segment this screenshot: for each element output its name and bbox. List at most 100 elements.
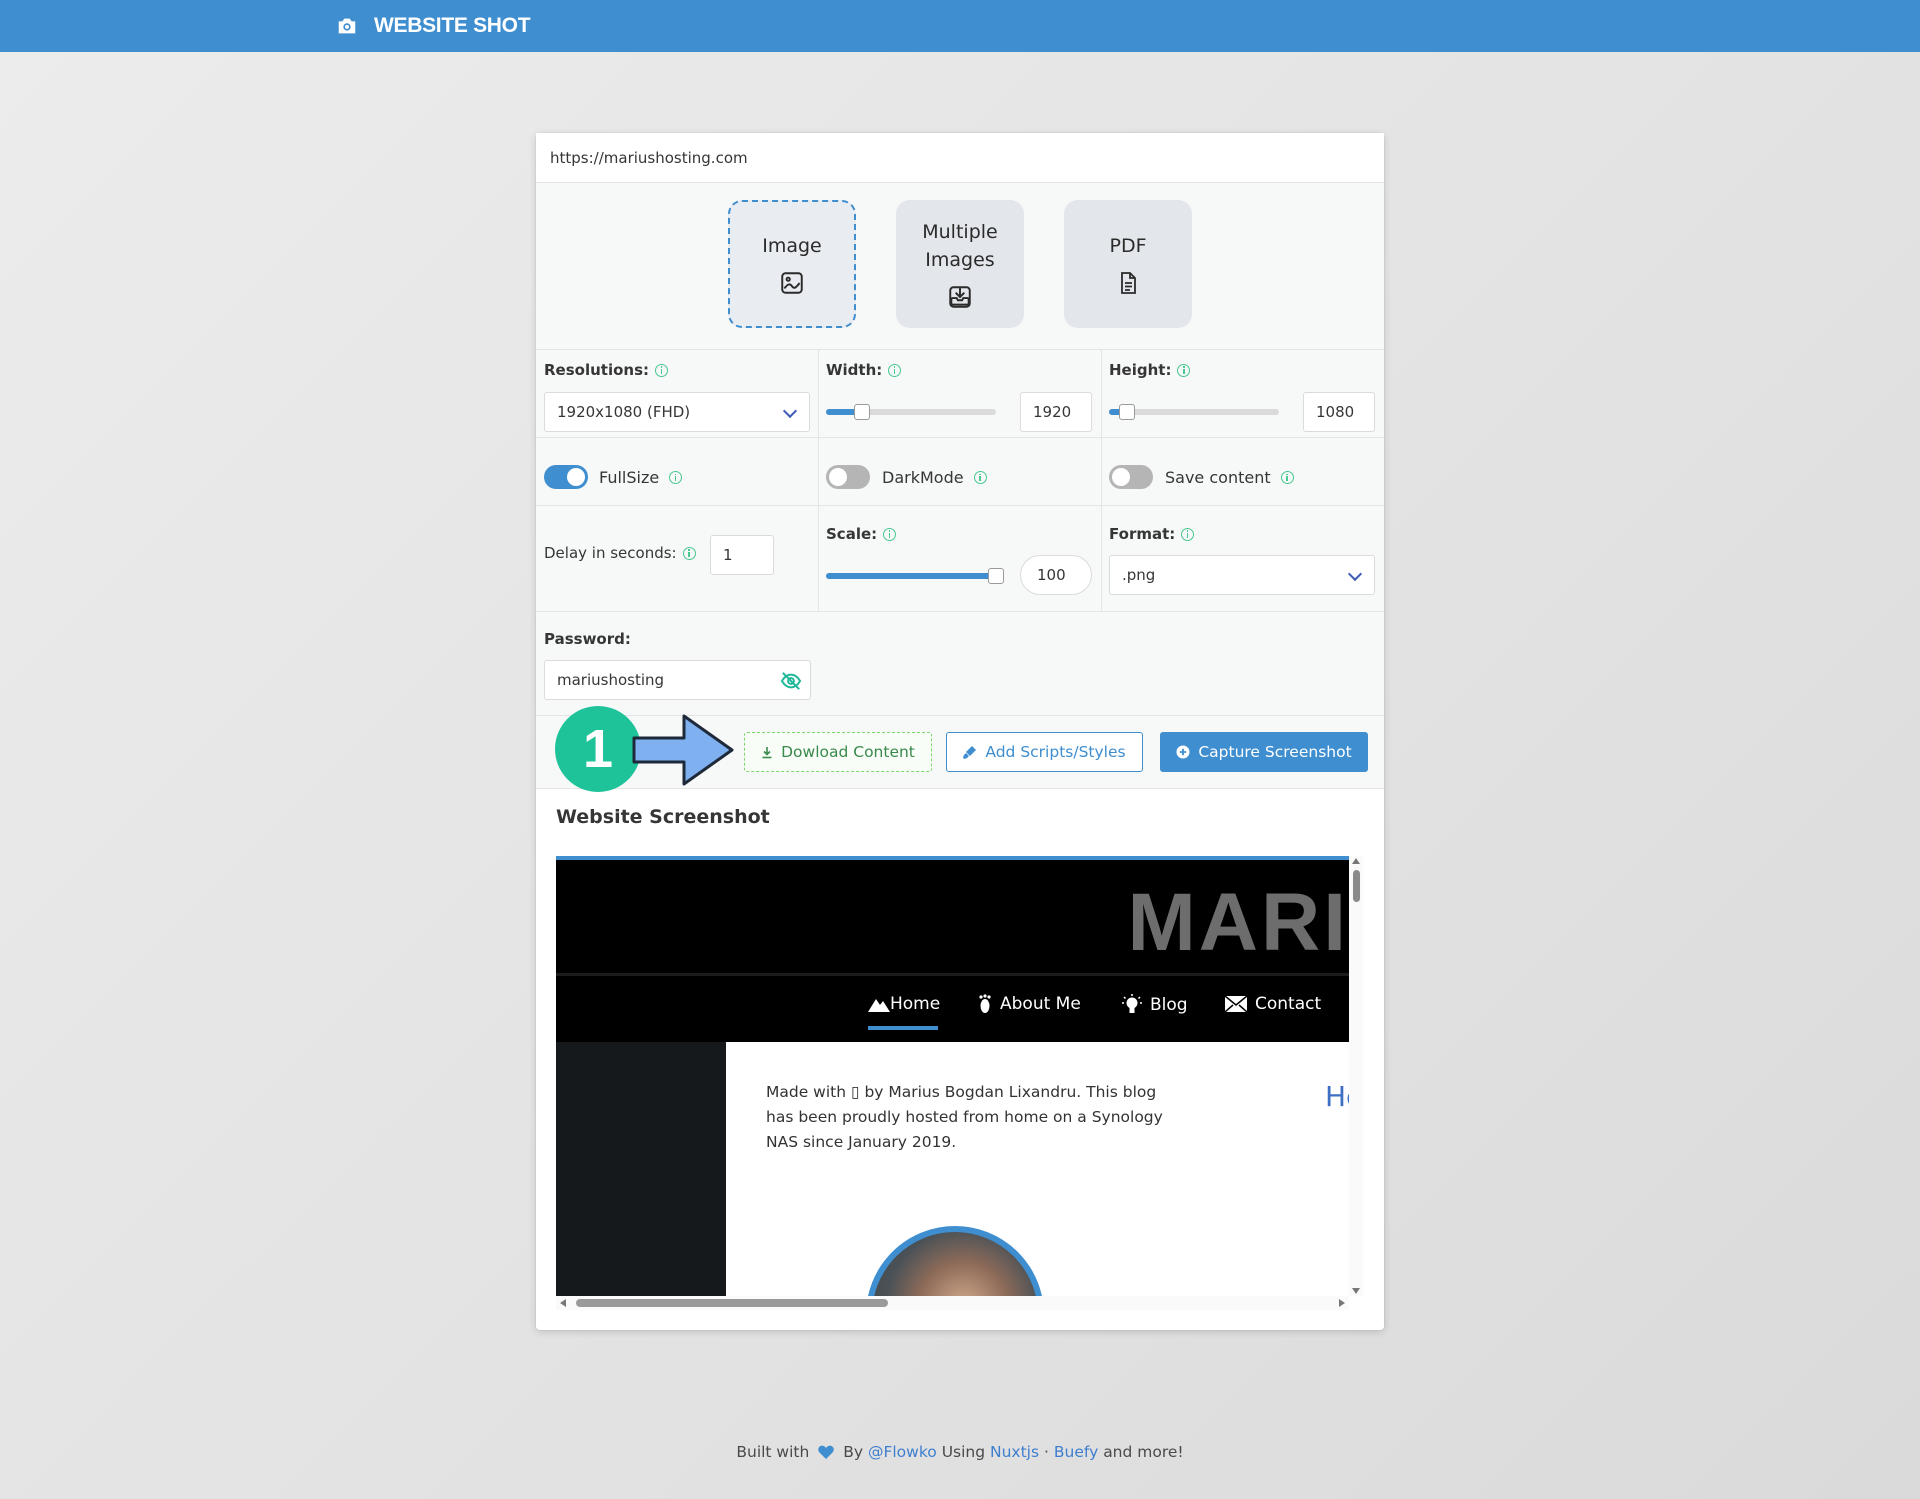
- delay-input[interactable]: 1: [710, 535, 774, 575]
- footer: Built with By @Flowko Using Nuxtjs · Bue…: [0, 1443, 1920, 1461]
- scale-label: Scale:: [826, 525, 897, 543]
- info-icon[interactable]: [1181, 527, 1195, 541]
- info-icon[interactable]: [655, 363, 668, 377]
- mode-pdf-button[interactable]: PDF: [1064, 200, 1192, 328]
- preview-nav-active-indicator: [868, 1026, 938, 1030]
- width-slider-thumb[interactable]: [854, 404, 870, 420]
- password-input[interactable]: mariushosting: [544, 660, 811, 700]
- camera-icon: [338, 18, 356, 34]
- lightbulb-icon: [1122, 994, 1142, 1013]
- tray-download-icon: [949, 286, 971, 308]
- password-value: mariushosting: [557, 671, 665, 689]
- preview-nav-blog: Blog: [1122, 994, 1188, 1016]
- capture-screenshot-button[interactable]: Capture Screenshot: [1160, 732, 1368, 772]
- scroll-right-icon[interactable]: [1339, 1299, 1345, 1307]
- capture-screenshot-label: Capture Screenshot: [1198, 743, 1352, 761]
- footer-and-more: and more!: [1103, 1443, 1184, 1461]
- width-value: 1920: [1033, 403, 1072, 421]
- divider: [536, 437, 1384, 438]
- toggle-knob: [829, 468, 847, 486]
- info-icon[interactable]: [888, 363, 902, 377]
- chevron-down-icon: [782, 403, 798, 419]
- toggle-knob: [1112, 468, 1130, 486]
- footer-buefy-link[interactable]: Buefy: [1054, 1443, 1098, 1461]
- format-select[interactable]: .png: [1109, 555, 1375, 595]
- footer-built-with: Built with: [736, 1443, 810, 1461]
- info-icon[interactable]: [669, 471, 683, 484]
- height-slider[interactable]: [1109, 404, 1279, 420]
- preview-horizontal-scrollbar[interactable]: [556, 1296, 1349, 1310]
- scroll-left-icon[interactable]: [560, 1299, 566, 1307]
- width-slider[interactable]: [826, 404, 996, 420]
- info-icon[interactable]: [682, 546, 696, 560]
- info-icon[interactable]: [883, 527, 897, 541]
- fullsize-toggle[interactable]: [544, 465, 588, 489]
- preview-made-with-text: Made with ▯ by Marius Bogdan Lixandru. T…: [766, 1083, 1163, 1151]
- scale-label-text: Scale:: [826, 525, 878, 543]
- scroll-up-icon[interactable]: [1352, 858, 1360, 864]
- scale-input[interactable]: 100: [1020, 555, 1092, 595]
- divider: [818, 349, 819, 611]
- toggle-knob: [567, 468, 585, 486]
- darkmode-toggle[interactable]: [826, 465, 870, 489]
- scale-slider-fill: [826, 573, 998, 579]
- vertical-scroll-thumb[interactable]: [1353, 870, 1360, 902]
- brand[interactable]: WEBSITE SHOT: [336, 0, 531, 52]
- url-value: https://mariushosting.com: [550, 148, 748, 167]
- app-title: WEBSITE SHOT: [374, 14, 531, 37]
- preview-vertical-scrollbar[interactable]: [1349, 856, 1363, 1296]
- width-label: Width:: [826, 361, 902, 379]
- mode-multiple-images-button[interactable]: Multiple Images: [896, 200, 1024, 328]
- footer-using: Using: [941, 1443, 986, 1461]
- preview-nav: Home About Me Blog Contact: [556, 976, 1349, 1042]
- fullsize-label: FullSize: [599, 468, 683, 487]
- image-icon: [781, 272, 803, 294]
- format-value: .png: [1122, 566, 1156, 584]
- screenshot-preview[interactable]: MARI Home About Me Blog Contact Made wit: [556, 856, 1349, 1296]
- scroll-down-icon[interactable]: [1352, 1288, 1360, 1294]
- preview-nav-contact-label: Contact: [1255, 994, 1322, 1014]
- footer-nuxtjs-link[interactable]: Nuxtjs: [990, 1443, 1039, 1461]
- url-input[interactable]: https://mariushosting.com: [536, 133, 1384, 183]
- navbar: WEBSITE SHOT: [0, 0, 1920, 52]
- download-content-button[interactable]: Dowload Content: [744, 732, 932, 772]
- preview-nav-blog-label: Blog: [1150, 995, 1188, 1015]
- height-label: Height:: [1109, 361, 1191, 379]
- scale-slider[interactable]: [826, 568, 1004, 584]
- height-value: 1080: [1316, 403, 1355, 421]
- preview-nav-home: Home: [868, 994, 940, 1014]
- save-content-label-text: Save content: [1165, 468, 1271, 487]
- height-input[interactable]: 1080: [1303, 392, 1375, 432]
- delay-value: 1: [723, 546, 733, 564]
- eye-slash-icon[interactable]: [780, 671, 802, 691]
- darkmode-label-text: DarkMode: [882, 468, 964, 487]
- preview-header: MARI: [556, 860, 1349, 973]
- delay-label-text: Delay in seconds:: [544, 544, 677, 562]
- width-input[interactable]: 1920: [1020, 392, 1092, 432]
- mode-image-button[interactable]: Image: [728, 200, 856, 328]
- save-content-toggle[interactable]: [1109, 465, 1153, 489]
- footer-author-link[interactable]: @Flowko: [868, 1443, 937, 1461]
- add-scripts-styles-button[interactable]: Add Scripts/Styles: [946, 732, 1143, 772]
- resolution-select[interactable]: 1920x1080 (FHD): [544, 392, 810, 432]
- website-screenshot-title: Website Screenshot: [556, 806, 770, 828]
- info-icon[interactable]: [1177, 363, 1191, 377]
- plus-circle-icon: [1176, 745, 1190, 759]
- divider: [536, 611, 1384, 612]
- mountain-icon: [868, 999, 890, 1012]
- divider: [1101, 349, 1102, 611]
- resolution-value: 1920x1080 (FHD): [557, 403, 691, 421]
- info-icon[interactable]: [973, 471, 987, 484]
- scale-slider-thumb[interactable]: [988, 568, 1004, 584]
- mode-pdf-label: PDF: [1109, 235, 1147, 257]
- footer-dot: ·: [1044, 1443, 1049, 1461]
- info-icon[interactable]: [1280, 471, 1294, 484]
- horizontal-scroll-thumb[interactable]: [576, 1299, 888, 1307]
- preview-nav-about-label: About Me: [1000, 994, 1081, 1014]
- download-icon: [762, 746, 772, 758]
- fullsize-label-text: FullSize: [599, 468, 660, 487]
- resolutions-label-text: Resolutions:: [544, 361, 649, 379]
- mode-image-label: Image: [762, 235, 822, 257]
- brush-icon: [963, 746, 977, 759]
- height-slider-thumb[interactable]: [1119, 404, 1135, 420]
